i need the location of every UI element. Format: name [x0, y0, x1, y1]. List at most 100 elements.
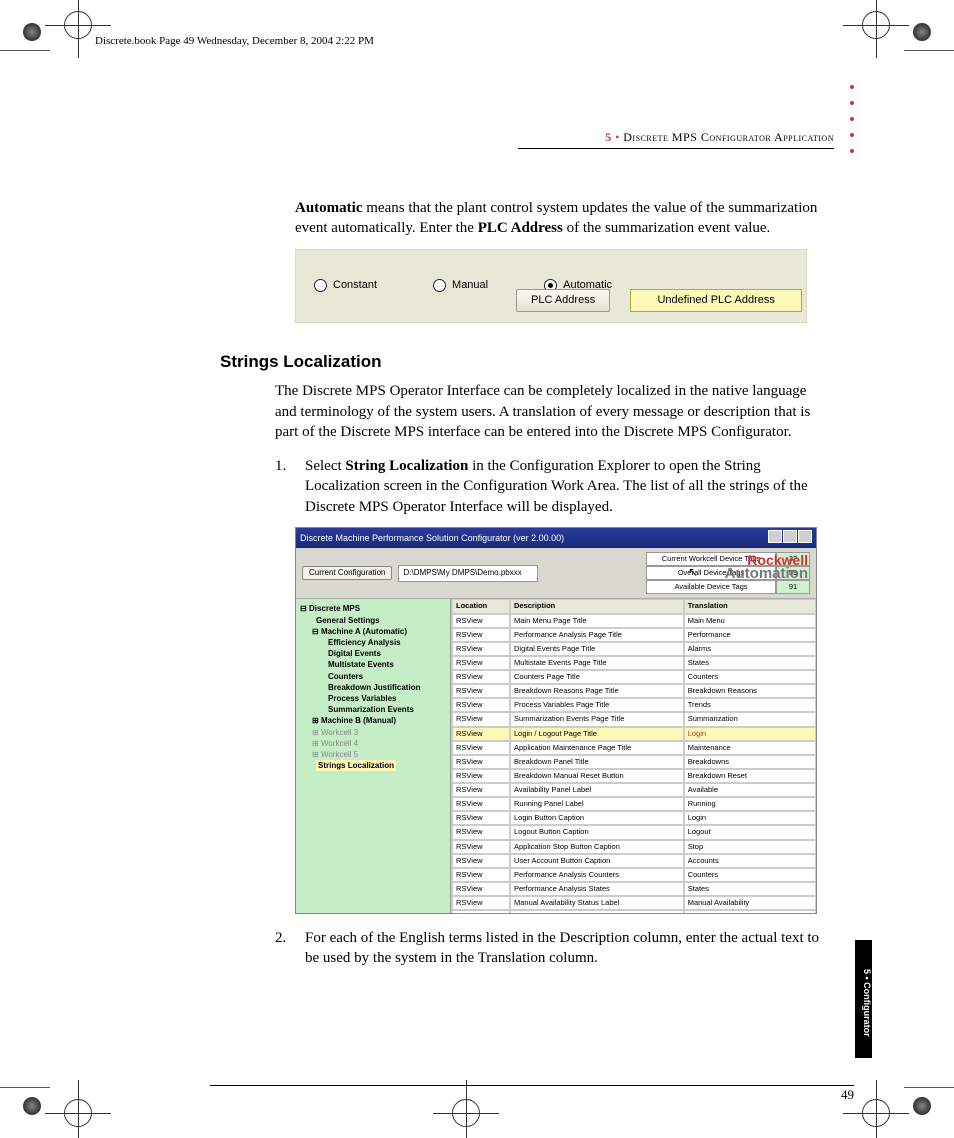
- table-cell[interactable]: Application Maintenance Page Title: [510, 741, 684, 755]
- table-row[interactable]: RSViewLogin / Logout Page TitleLogin: [452, 727, 816, 741]
- table-row[interactable]: RSViewSummarization Events Page TitleSum…: [452, 712, 816, 726]
- table-cell[interactable]: User Account Button Caption: [510, 854, 684, 868]
- strings-grid[interactable]: LocationDescriptionTranslationRSViewMain…: [451, 599, 816, 912]
- table-cell[interactable]: RSView: [452, 910, 510, 913]
- table-cell[interactable]: Login: [684, 811, 816, 825]
- table-row[interactable]: RSViewAvailability Panel LabelAvailable: [452, 783, 816, 797]
- table-cell[interactable]: Main Menu Page Title: [510, 614, 684, 628]
- table-row[interactable]: RSViewMultistate Events Page TitleStates: [452, 656, 816, 670]
- table-cell[interactable]: Alarms: [684, 642, 816, 656]
- table-cell[interactable]: RSView: [452, 840, 510, 854]
- table-cell[interactable]: RSView: [452, 642, 510, 656]
- table-cell[interactable]: Automatic Availability Status Label: [510, 910, 684, 913]
- plc-address-button[interactable]: PLC Address: [516, 289, 610, 312]
- table-cell[interactable]: RSView: [452, 656, 510, 670]
- column-header[interactable]: Location: [452, 599, 510, 613]
- table-row[interactable]: RSViewPerformance Analysis StatesStates: [452, 882, 816, 896]
- table-cell[interactable]: Login / Logout Page Title: [510, 727, 684, 741]
- table-cell[interactable]: Maintenance: [684, 741, 816, 755]
- tree-leaf[interactable]: Multistate Events: [298, 659, 448, 670]
- column-header[interactable]: Translation: [684, 599, 816, 613]
- table-row[interactable]: RSViewPerformance Analysis CountersCount…: [452, 868, 816, 882]
- table-cell[interactable]: Login Button Caption: [510, 811, 684, 825]
- table-cell[interactable]: Login: [684, 727, 816, 741]
- radio-manual[interactable]: Manual: [433, 278, 488, 293]
- tree-workcell-3[interactable]: ⊞ Workcell 3: [298, 727, 448, 738]
- config-tree[interactable]: ⊟ Discrete MPS General Settings ⊟ Machin…: [296, 599, 451, 912]
- table-cell[interactable]: RSView: [452, 712, 510, 726]
- table-cell[interactable]: Trends: [684, 698, 816, 712]
- table-cell[interactable]: Summarization Events Page Title: [510, 712, 684, 726]
- table-cell[interactable]: Manual Availability Status Label: [510, 896, 684, 910]
- table-row[interactable]: RSViewManual Availability Status LabelMa…: [452, 896, 816, 910]
- table-row[interactable]: RSViewApplication Maintenance Page Title…: [452, 741, 816, 755]
- tree-strings-localization[interactable]: Strings Localization: [298, 760, 448, 771]
- table-row[interactable]: RSViewMain Menu Page TitleMain Menu: [452, 614, 816, 628]
- table-cell[interactable]: Performance Analysis Counters: [510, 868, 684, 882]
- table-cell[interactable]: RSView: [452, 783, 510, 797]
- tree-root[interactable]: Discrete MPS: [309, 604, 360, 613]
- radio-icon[interactable]: [314, 279, 327, 292]
- table-cell[interactable]: Breakdown Panel Title: [510, 755, 684, 769]
- table-cell[interactable]: Logout: [684, 825, 816, 839]
- table-cell[interactable]: RSView: [452, 727, 510, 741]
- tree-machine-b[interactable]: ⊞ Machine B (Manual): [298, 715, 448, 726]
- table-cell[interactable]: States: [684, 656, 816, 670]
- table-cell[interactable]: RSView: [452, 854, 510, 868]
- table-cell[interactable]: Performance Analysis States: [510, 882, 684, 896]
- tree-leaf[interactable]: Breakdown Justification: [298, 682, 448, 693]
- maximize-icon[interactable]: [783, 530, 797, 543]
- table-cell[interactable]: RSView: [452, 614, 510, 628]
- table-cell[interactable]: RSView: [452, 628, 510, 642]
- table-cell[interactable]: Main Menu: [684, 614, 816, 628]
- table-cell[interactable]: RSView: [452, 868, 510, 882]
- table-cell[interactable]: Multistate Events Page Title: [510, 656, 684, 670]
- table-cell[interactable]: Counters: [684, 670, 816, 684]
- column-header[interactable]: Description: [510, 599, 684, 613]
- table-row[interactable]: RSViewRunning Panel LabelRunning: [452, 797, 816, 811]
- tree-workcell-5[interactable]: ⊞ Workcell 5: [298, 749, 448, 760]
- table-row[interactable]: RSViewBreakdown Reasons Page TitleBreakd…: [452, 684, 816, 698]
- table-cell[interactable]: Availability Panel Label: [510, 783, 684, 797]
- table-cell[interactable]: Breakdown Reasons: [684, 684, 816, 698]
- table-row[interactable]: RSViewApplication Stop Button CaptionSto…: [452, 840, 816, 854]
- table-cell[interactable]: Manual Availability: [684, 896, 816, 910]
- table-row[interactable]: RSViewPerformance Analysis Page TitlePer…: [452, 628, 816, 642]
- table-cell[interactable]: Logout Button Caption: [510, 825, 684, 839]
- table-row[interactable]: RSViewBreakdown Manual Reset ButtonBreak…: [452, 769, 816, 783]
- table-row[interactable]: RSViewUser Account Button CaptionAccount…: [452, 854, 816, 868]
- table-row[interactable]: RSViewBreakdown Panel TitleBreakdowns: [452, 755, 816, 769]
- table-row[interactable]: RSViewLogin Button CaptionLogin: [452, 811, 816, 825]
- table-row[interactable]: RSViewLogout Button CaptionLogout: [452, 825, 816, 839]
- config-path-field[interactable]: D:\DMPS\My DMPS\Demo.pbxxx: [398, 565, 538, 582]
- table-cell[interactable]: RSView: [452, 684, 510, 698]
- table-cell[interactable]: Digital Events Page Title: [510, 642, 684, 656]
- table-cell[interactable]: Breakdowns: [684, 755, 816, 769]
- tree-leaf[interactable]: Summarization Events: [298, 704, 448, 715]
- table-cell[interactable]: RSView: [452, 896, 510, 910]
- table-cell[interactable]: Accounts: [684, 854, 816, 868]
- table-cell[interactable]: Breakdown Reset: [684, 769, 816, 783]
- table-cell[interactable]: Process Variables Page Title: [510, 698, 684, 712]
- plc-address-field[interactable]: Undefined PLC Address: [630, 289, 802, 312]
- table-cell[interactable]: Stop: [684, 840, 816, 854]
- table-row[interactable]: RSViewDigital Events Page TitleAlarms: [452, 642, 816, 656]
- table-cell[interactable]: RSView: [452, 825, 510, 839]
- table-cell[interactable]: Performance: [684, 628, 816, 642]
- table-cell[interactable]: Breakdown Reasons Page Title: [510, 684, 684, 698]
- radio-icon[interactable]: [433, 279, 446, 292]
- table-cell[interactable]: RSView: [452, 698, 510, 712]
- table-cell[interactable]: States: [684, 882, 816, 896]
- tree-leaf[interactable]: Efficiency Analysis: [298, 637, 448, 648]
- table-cell[interactable]: Performance Analysis Page Title: [510, 628, 684, 642]
- close-icon[interactable]: [798, 530, 812, 543]
- tree-machine-a[interactable]: ⊟ Machine A (Automatic): [298, 626, 448, 637]
- tree-leaf[interactable]: Digital Events: [298, 648, 448, 659]
- tree-workcell-4[interactable]: ⊞ Workcell 4: [298, 738, 448, 749]
- table-cell[interactable]: RSView: [452, 797, 510, 811]
- tree-leaf[interactable]: Process Variables: [298, 693, 448, 704]
- table-cell[interactable]: Counters Page Title: [510, 670, 684, 684]
- tree-general[interactable]: General Settings: [298, 615, 448, 626]
- table-cell[interactable]: Application Stop Button Caption: [510, 840, 684, 854]
- table-cell[interactable]: RSView: [452, 741, 510, 755]
